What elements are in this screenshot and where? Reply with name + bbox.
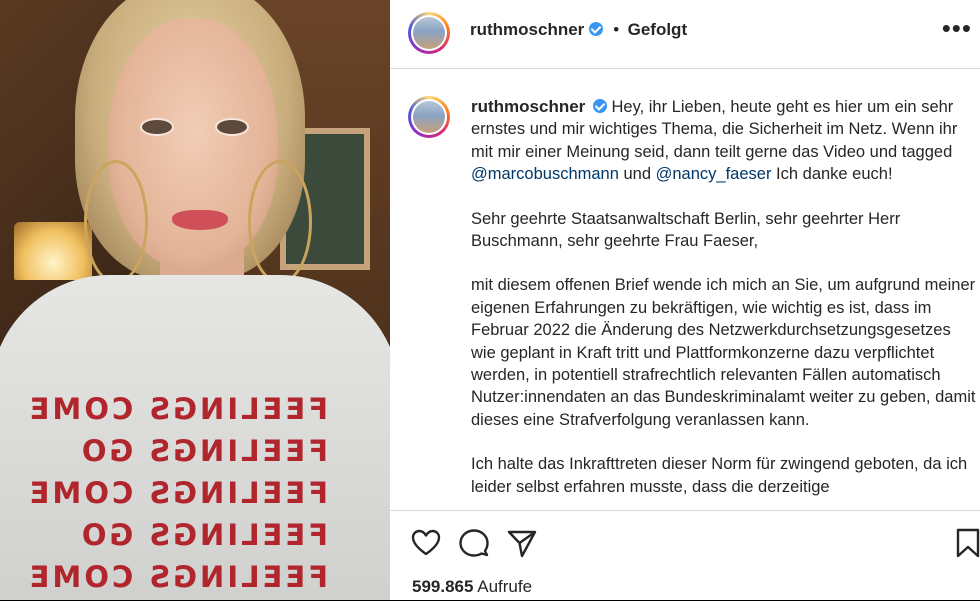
shirt-line: FEELINGS COME: [26, 476, 328, 510]
caption-area: ruthmoschner Hey, ihr Lieben, heute geht…: [390, 68, 980, 510]
caption-username[interactable]: ruthmoschner: [471, 97, 585, 116]
caption-paragraph: ruthmoschner Hey, ihr Lieben, heute geht…: [471, 96, 979, 186]
shirt-print: FEELINGS COME FEELINGS GO FEELINGS COME …: [26, 388, 328, 598]
right-earring: [248, 160, 312, 284]
views-label: Aufrufe: [477, 577, 533, 596]
right-eye: [215, 118, 249, 136]
shirt-line: FEELINGS COME: [26, 560, 328, 594]
post-side-panel: ruthmoschner • Gefolgt ••• ruthmoschner …: [390, 0, 980, 600]
action-bar: 599.865 Aufrufe: [390, 510, 980, 601]
mouth: [172, 210, 228, 230]
header-username[interactable]: ruthmoschner: [470, 20, 584, 39]
caption-paragraph: mit diesem offenen Brief wende ich mich …: [471, 276, 976, 429]
caption-text: ruthmoschner Hey, ihr Lieben, heute geht…: [471, 96, 979, 510]
verified-badge-icon: [592, 99, 607, 113]
lamp-shade: [14, 222, 92, 280]
post-header: ruthmoschner • Gefolgt •••: [390, 0, 980, 69]
caption-connector: und: [623, 165, 652, 184]
caption-paragraph: Ich halte das Inkrafttreten dieser Norm …: [471, 455, 968, 496]
heart-icon[interactable]: [410, 527, 442, 559]
follow-status-button[interactable]: Gefolgt: [628, 20, 688, 39]
header-user: ruthmoschner • Gefolgt: [470, 20, 687, 40]
more-options-icon[interactable]: •••: [942, 15, 972, 41]
profile-avatar[interactable]: [408, 12, 450, 54]
views-count: 599.865 Aufrufe: [412, 577, 532, 597]
mention-link[interactable]: @marcobuschmann: [471, 165, 619, 183]
shirt-line: FEELINGS GO: [78, 434, 328, 468]
bookmark-icon[interactable]: [952, 527, 980, 559]
mention-link[interactable]: @nancy_faeser: [656, 165, 772, 183]
shirt-line: FEELINGS GO: [78, 518, 328, 552]
views-number: 599.865: [412, 577, 474, 596]
left-earring: [84, 160, 148, 284]
shirt-line: FEELINGS COME: [26, 392, 328, 426]
share-icon[interactable]: [506, 527, 538, 559]
caption-intro-end: Ich danke euch!: [776, 165, 893, 184]
caption-paragraph: Sehr geehrte Staatsanwaltschaft Berlin, …: [471, 209, 901, 251]
separator: •: [613, 20, 620, 39]
verified-badge-icon: [588, 22, 603, 36]
comment-icon[interactable]: [458, 527, 490, 559]
caption-avatar[interactable]: [408, 96, 450, 138]
left-eye: [140, 118, 174, 136]
video-player[interactable]: FEELINGS COME FEELINGS GO FEELINGS COME …: [0, 0, 390, 600]
